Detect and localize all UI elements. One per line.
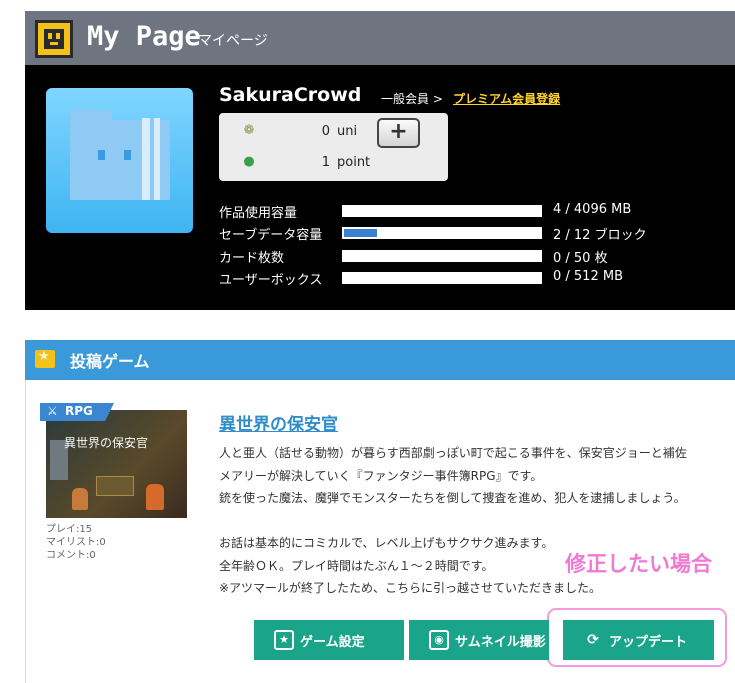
- game-settings-button[interactable]: ★ ゲーム設定: [254, 620, 404, 660]
- genre-badge: ⚔ RPG: [40, 403, 114, 421]
- stat-bar: [342, 272, 542, 284]
- stat-value: 0 / 50 枚: [553, 251, 608, 266]
- thumbnail-capture-button[interactable]: ◉ サムネイル撮影: [409, 620, 549, 660]
- add-uni-button[interactable]: +: [377, 118, 420, 148]
- stat-row: ユーザーボックス 0 / 512 MB: [219, 267, 699, 288]
- wallet-box: ❁ 0 uni + ● 1 point: [219, 113, 448, 181]
- stat-label: セーブデータ容量: [219, 228, 323, 243]
- page-subtitle: マイページ: [198, 33, 268, 49]
- games-section-header: 投稿ゲーム: [25, 340, 735, 380]
- stat-row: 作品使用容量 4 / 4096 MB: [219, 200, 699, 221]
- game-title-link[interactable]: 異世界の保安官: [219, 410, 338, 435]
- stat-value: 4 / 4096 MB: [553, 202, 632, 217]
- page-header: My Page マイページ: [25, 11, 735, 65]
- update-button[interactable]: ⟳ アップデート: [563, 620, 714, 660]
- description-line: メアリーが解決していく『ファンタジー事件簿RPG』です。: [219, 468, 543, 483]
- crossed-swords-icon: ⚔: [47, 404, 58, 418]
- mylist-count: マイリスト:0: [46, 537, 106, 548]
- premium-signup-link[interactable]: プレミアム会員登録: [453, 90, 560, 107]
- leaf-icon: ●: [243, 154, 255, 169]
- stat-label: カード枚数: [219, 251, 285, 266]
- star-folder-icon: [35, 349, 55, 368]
- stat-value: 0 / 512 MB: [553, 269, 623, 284]
- stat-label: ユーザーボックス: [219, 273, 323, 288]
- camera-icon: ◉: [429, 630, 449, 650]
- game-thumbnail[interactable]: 異世界の保安官: [46, 410, 187, 518]
- thumbnail-caption: 異世界の保安官: [64, 436, 149, 450]
- play-count: プレイ:15: [46, 524, 93, 535]
- stat-bar: [342, 227, 542, 239]
- pixel-face-icon: [35, 20, 73, 58]
- folder-face-icon[interactable]: [46, 88, 193, 233]
- genre-label: RPG: [65, 404, 93, 418]
- section-title: 投稿ゲーム: [70, 352, 150, 371]
- stat-bar: [342, 250, 542, 262]
- point-unit: point: [337, 155, 371, 170]
- stat-row: カード枚数 0 / 50 枚: [219, 245, 699, 266]
- uni-coin-icon: ❁: [243, 123, 255, 138]
- description-line: 銃を使った魔法、魔弾でモンスターたちを倒して捜査を進め、犯人を逮捕しましょう。: [219, 491, 686, 505]
- comment-count: コメント:0: [46, 550, 96, 561]
- description-line: 人と亜人（話せる動物）が暮らす西部劇っぽい町で起こる事件を、保安官ジョーと補佐: [219, 446, 687, 460]
- star-card-icon: ★: [274, 630, 294, 650]
- description-line: ※アツマールが終了したため、こちらに引っ越させていただきました。: [219, 581, 602, 595]
- refresh-icon: ⟳: [587, 632, 599, 648]
- stat-value: 2 / 12 ブロック: [553, 228, 647, 243]
- uni-value: 0: [321, 124, 330, 139]
- point-row: ● 1 point: [219, 151, 448, 175]
- stat-label: 作品使用容量: [219, 206, 298, 221]
- uni-unit: uni: [337, 124, 358, 139]
- stat-bar: [342, 205, 542, 217]
- member-status: 一般会員 >: [381, 92, 443, 106]
- description-line: [219, 510, 729, 533]
- stat-row: セーブデータ容量 2 / 12 ブロック: [219, 222, 699, 243]
- username: SakuraCrowd: [219, 84, 362, 106]
- page-title: My Page: [87, 21, 201, 52]
- annotation-label: 修正したい場合: [565, 552, 712, 576]
- game-stats: プレイ:15 マイリスト:0 コメント:0: [46, 523, 106, 562]
- point-value: 1: [321, 155, 330, 170]
